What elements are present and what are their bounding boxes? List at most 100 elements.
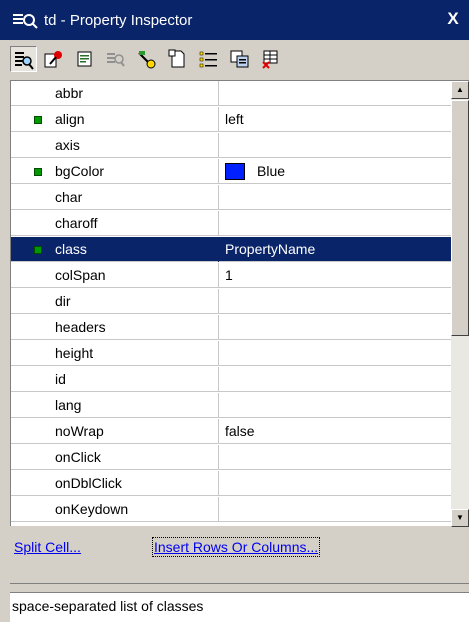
property-row-height[interactable]: height: [11, 340, 451, 366]
status-bar: space-separated list of classes: [10, 592, 469, 622]
property-marker: [11, 471, 55, 496]
copy-icon: [230, 50, 249, 68]
event-icon: [44, 51, 62, 68]
property-name: axis: [55, 132, 219, 158]
property-marker: [11, 419, 55, 444]
property-list: abbr align left axis bgColor Blue char charoff c…: [11, 81, 451, 527]
property-set-icon: [34, 245, 42, 254]
property-inspector-icon: [12, 10, 40, 30]
property-value[interactable]: [219, 185, 451, 210]
insert-rows-or-columns-link[interactable]: Insert Rows Or Columns...: [151, 537, 321, 557]
property-name: char: [55, 184, 219, 210]
property-row-bgcolor[interactable]: bgColor Blue: [11, 158, 451, 184]
scroll-down-button[interactable]: ▼: [451, 509, 469, 527]
action-links-bar: Split Cell... Insert Rows Or Columns...: [10, 528, 469, 584]
property-name: align: [55, 106, 219, 132]
css-style-button[interactable]: [72, 46, 99, 72]
property-name: dir: [55, 288, 219, 314]
property-row-onclick[interactable]: onClick: [11, 444, 451, 470]
property-row-abbr[interactable]: abbr: [11, 81, 451, 106]
behavior-button[interactable]: [134, 46, 161, 72]
property-marker: [11, 211, 55, 236]
property-name: charoff: [55, 210, 219, 236]
property-marker: [11, 185, 55, 210]
property-name: abbr: [55, 81, 219, 106]
property-value[interactable]: 1: [219, 263, 451, 288]
property-row-nowrap[interactable]: noWrap false: [11, 418, 451, 444]
property-row-id[interactable]: id: [11, 366, 451, 392]
css-style-icon: [77, 51, 92, 67]
property-name: headers: [55, 314, 219, 340]
property-row-align[interactable]: align left: [11, 106, 451, 132]
property-row-class[interactable]: class PropertyName: [11, 236, 451, 262]
property-value[interactable]: left: [219, 107, 451, 132]
property-value[interactable]: false: [219, 419, 451, 444]
property-value[interactable]: Blue: [219, 159, 451, 184]
property-row-colspan[interactable]: colSpan 1: [11, 262, 451, 288]
property-marker: [11, 159, 55, 184]
property-name: onClick: [55, 444, 219, 470]
property-marker: [11, 497, 55, 522]
scroll-thumb[interactable]: [451, 100, 469, 336]
property-marker: [11, 263, 55, 288]
new-document-button[interactable]: [165, 46, 192, 72]
property-row-axis[interactable]: axis: [11, 132, 451, 158]
property-value-text: 1: [225, 266, 233, 283]
property-row-charoff[interactable]: charoff: [11, 210, 451, 236]
properties-view-icon: [15, 52, 34, 70]
search-disabled-button[interactable]: [103, 46, 130, 72]
property-value[interactable]: [219, 497, 451, 522]
property-name: onDblClick: [55, 470, 219, 496]
property-set-icon: [34, 115, 42, 124]
property-value[interactable]: [219, 393, 451, 418]
event-button[interactable]: [41, 46, 68, 72]
property-marker: [11, 107, 55, 132]
split-cell-link[interactable]: Split Cell...: [14, 539, 81, 555]
close-button[interactable]: X: [443, 8, 463, 30]
list-button[interactable]: [196, 46, 223, 72]
property-value[interactable]: [219, 471, 451, 496]
property-value[interactable]: [219, 289, 451, 314]
property-value[interactable]: [219, 367, 451, 392]
copy-button[interactable]: [227, 46, 254, 72]
property-row-char[interactable]: char: [11, 184, 451, 210]
scroll-up-button[interactable]: ▲: [451, 81, 469, 99]
property-name: class: [55, 236, 219, 262]
property-value[interactable]: [219, 211, 451, 236]
title-bar[interactable]: td - Property Inspector X: [0, 0, 469, 40]
property-row-dir[interactable]: dir: [11, 288, 451, 314]
property-row-headers[interactable]: headers: [11, 314, 451, 340]
properties-view-button[interactable]: [10, 46, 37, 72]
window-title: td - Property Inspector: [44, 11, 193, 29]
delete-table-icon: [262, 50, 278, 69]
property-value-text: Blue: [257, 162, 286, 179]
property-value[interactable]: [219, 315, 451, 340]
property-marker: [11, 81, 55, 106]
property-value-text: false: [225, 422, 255, 439]
property-value[interactable]: PropertyName: [219, 237, 451, 262]
property-name: lang: [55, 392, 219, 418]
property-marker: [11, 393, 55, 418]
property-value[interactable]: [219, 81, 451, 106]
property-value[interactable]: [219, 445, 451, 470]
delete-table-button[interactable]: [258, 46, 285, 72]
property-marker: [11, 289, 55, 314]
vertical-scrollbar[interactable]: ▲ ▼: [451, 81, 469, 527]
property-row-lang[interactable]: lang: [11, 392, 451, 418]
property-name: colSpan: [55, 262, 219, 288]
property-value[interactable]: [219, 133, 451, 158]
property-marker: [11, 133, 55, 158]
property-inspector-window: td - Property Inspector X abbr align lef…: [0, 0, 469, 622]
property-marker: [11, 341, 55, 366]
property-grid: abbr align left axis bgColor Blue char charoff c…: [10, 80, 469, 527]
property-value[interactable]: [219, 341, 451, 366]
status-text: space-separated list of classes: [12, 598, 204, 614]
behavior-icon: [138, 51, 156, 69]
property-row-onkeydown[interactable]: onKeydown: [11, 496, 451, 522]
property-value-text: PropertyName: [225, 240, 316, 257]
color-swatch[interactable]: [225, 162, 245, 180]
property-marker: [11, 237, 55, 262]
property-name: height: [55, 340, 219, 366]
list-icon: [199, 51, 217, 68]
property-row-ondblclick[interactable]: onDblClick: [11, 470, 451, 496]
